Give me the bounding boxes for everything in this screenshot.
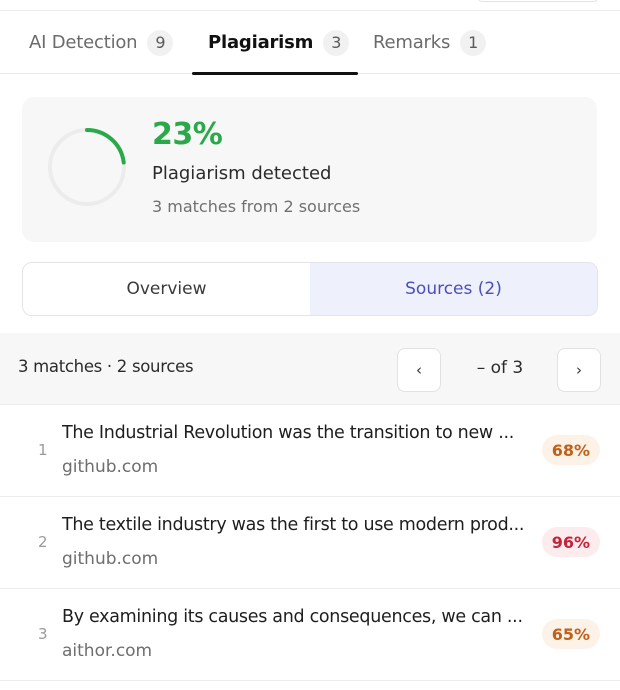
plagiarism-percent: 23%	[152, 117, 223, 152]
match-index: 1	[38, 441, 48, 459]
tab-count-badge: 1	[460, 29, 487, 56]
results-count: 3 matches · 2 sources	[18, 357, 194, 376]
top-strip	[0, 0, 620, 11]
tab-label: Plagiarism	[208, 32, 314, 53]
active-tab-indicator	[192, 72, 358, 75]
match-item[interactable]: 1 The Industrial Revolution was the tran…	[0, 405, 620, 497]
tab-plagiarism[interactable]: Plagiarism 3	[208, 11, 350, 74]
chevron-right-icon: ›	[576, 361, 582, 379]
match-item[interactable]: 3 By examining its causes and consequenc…	[0, 589, 620, 681]
plagiarism-progress-ring	[48, 128, 126, 206]
pager-status: – of 3	[476, 358, 524, 378]
tab-label: AI Detection	[29, 32, 138, 53]
tab-count-badge: 9	[147, 29, 174, 56]
plagiarism-summary-card: 23% Plagiarism detected 3 matches from 2…	[22, 97, 597, 242]
previous-match-button[interactable]: ‹	[397, 348, 441, 392]
results-toolbar: 3 matches · 2 sources ‹ – of 3 ›	[0, 333, 620, 405]
match-index: 3	[38, 625, 48, 643]
top-control-edge	[478, 0, 598, 2]
view-toggle: Overview Sources (2)	[22, 262, 598, 316]
match-percent-badge: 65%	[541, 619, 600, 649]
tab-remarks[interactable]: Remarks 1	[373, 11, 487, 74]
match-percent-badge: 96%	[541, 527, 600, 557]
match-percent-badge: 68%	[541, 435, 600, 465]
sources-toggle-button[interactable]: Sources (2)	[310, 263, 597, 315]
chevron-left-icon: ‹	[416, 361, 422, 379]
tab-ai-detection[interactable]: AI Detection 9	[29, 11, 174, 74]
next-match-button[interactable]: ›	[557, 348, 601, 392]
plagiarism-label: Plagiarism detected	[152, 163, 332, 184]
match-index: 2	[38, 533, 48, 551]
overview-toggle-button[interactable]: Overview	[23, 263, 310, 315]
match-source-domain: github.com	[62, 457, 159, 477]
match-item[interactable]: 2 The textile industry was the first to …	[0, 497, 620, 589]
match-title: By examining its causes and consequences…	[62, 607, 523, 627]
tab-bar: AI Detection 9 Plagiarism 3 Remarks 1	[0, 11, 620, 74]
plagiarism-subtext: 3 matches from 2 sources	[152, 197, 361, 216]
match-title: The textile industry was the first to us…	[62, 515, 525, 535]
match-title: The Industrial Revolution was the transi…	[62, 423, 514, 443]
tab-count-badge: 3	[323, 29, 350, 56]
match-source-domain: aithor.com	[62, 641, 153, 661]
tab-label: Remarks	[373, 32, 451, 53]
match-source-domain: github.com	[62, 549, 159, 569]
